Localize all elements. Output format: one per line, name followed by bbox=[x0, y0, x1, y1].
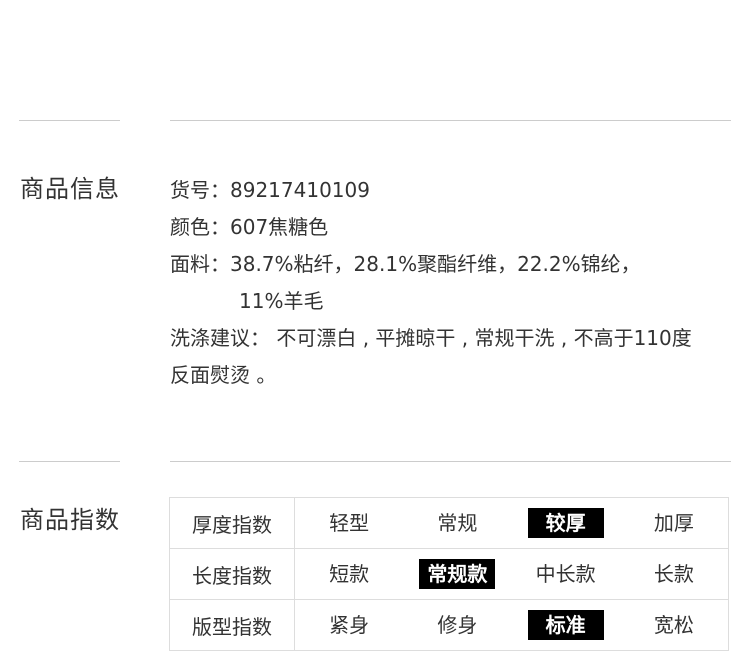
index-option: 修身 bbox=[437, 613, 478, 637]
index-option-cell: 加厚 bbox=[620, 508, 728, 538]
index-option-cell: 常规款 bbox=[403, 559, 511, 589]
index-option-cell: 宽松 bbox=[620, 610, 728, 640]
index-option-cell: 轻型 bbox=[295, 508, 403, 538]
fabric-value-line1: 38.7%粘纤，28.1%聚酯纤维，22.2%锦纶， bbox=[230, 252, 641, 276]
product-info-title: 商品信息 bbox=[20, 175, 120, 203]
product-info-list: 货号： 89217410109 颜色： 607焦糖色 面料： 38.7%粘纤，2… bbox=[170, 172, 710, 394]
care-row: 洗涤建议： 不可漂白 , 平摊晾干 , 常规干洗 , 不高于110度反面熨烫 。 bbox=[170, 320, 710, 394]
index-row-length: 长度指数 短款 常规款 中长款 长款 bbox=[169, 548, 729, 600]
top-divider-left bbox=[19, 120, 120, 121]
fabric-value-line2: 11%羊毛 bbox=[239, 289, 324, 313]
index-row-fit: 版型指数 紧身 修身 标准 宽松 bbox=[169, 599, 729, 651]
fabric-row: 面料： 38.7%粘纤，28.1%聚酯纤维，22.2%锦纶， 11%羊毛 bbox=[170, 246, 710, 320]
index-label: 版型指数 bbox=[169, 599, 295, 651]
item-number-label: 货号： bbox=[170, 178, 230, 202]
middle-divider-right bbox=[170, 461, 731, 462]
fabric-label: 面料： bbox=[170, 252, 230, 276]
index-option: 宽松 bbox=[653, 613, 694, 637]
index-option: 中长款 bbox=[535, 562, 596, 586]
index-options: 轻型 常规 较厚 加厚 bbox=[294, 497, 729, 549]
index-option-cell: 标准 bbox=[512, 610, 620, 640]
middle-divider-left bbox=[19, 461, 120, 462]
index-option-selected: 较厚 bbox=[527, 508, 604, 538]
care-label: 洗涤建议： bbox=[170, 326, 270, 350]
index-option: 短款 bbox=[329, 562, 370, 586]
index-option-cell: 中长款 bbox=[512, 559, 620, 589]
index-option: 紧身 bbox=[329, 613, 370, 637]
index-option-selected: 标准 bbox=[527, 610, 604, 640]
index-option-cell: 修身 bbox=[403, 610, 511, 640]
index-option-cell: 紧身 bbox=[295, 610, 403, 640]
product-index-title: 商品指数 bbox=[20, 506, 120, 534]
color-value: 607焦糖色 bbox=[230, 215, 329, 239]
index-label: 厚度指数 bbox=[169, 497, 295, 549]
item-number-value: 89217410109 bbox=[230, 178, 370, 202]
index-option-cell: 短款 bbox=[295, 559, 403, 589]
index-option-selected: 常规款 bbox=[419, 559, 496, 589]
index-option-cell: 较厚 bbox=[512, 508, 620, 538]
index-option: 长款 bbox=[653, 562, 694, 586]
index-option: 加厚 bbox=[653, 511, 694, 535]
index-option: 轻型 bbox=[329, 511, 370, 535]
item-number-row: 货号： 89217410109 bbox=[170, 172, 710, 209]
index-label: 长度指数 bbox=[169, 548, 295, 600]
index-option-cell: 长款 bbox=[620, 559, 728, 589]
top-divider-right bbox=[170, 120, 731, 121]
index-row-thickness: 厚度指数 轻型 常规 较厚 加厚 bbox=[169, 497, 729, 549]
index-option-cell: 常规 bbox=[403, 508, 511, 538]
index-options: 紧身 修身 标准 宽松 bbox=[294, 599, 729, 651]
index-option: 常规 bbox=[437, 511, 478, 535]
product-index-table: 厚度指数 轻型 常规 较厚 加厚长度指数 短款 常规款 中长款 长款版型指数 紧身 修身 标准 宽松 bbox=[169, 497, 729, 651]
index-options: 短款 常规款 中长款 长款 bbox=[294, 548, 729, 600]
color-row: 颜色： 607焦糖色 bbox=[170, 209, 710, 246]
color-label: 颜色： bbox=[170, 215, 230, 239]
